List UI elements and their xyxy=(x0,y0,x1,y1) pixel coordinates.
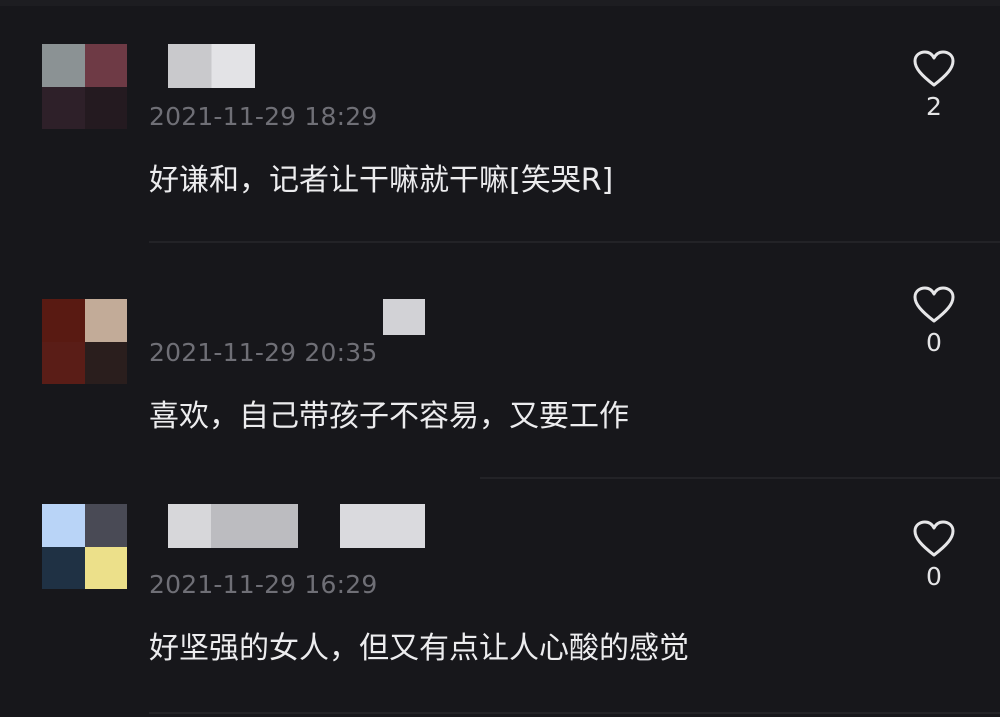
avatar[interactable] xyxy=(42,44,127,129)
comment-item: 2021-11-29 18:29 好谦和，记者让干嘛就干嘛[笑哭R] 2 xyxy=(0,0,1000,235)
like-count: 0 xyxy=(926,562,942,591)
username-blurred-extra xyxy=(340,504,425,548)
like-count: 2 xyxy=(926,92,942,121)
like-button[interactable]: 2 xyxy=(904,50,964,121)
heart-icon xyxy=(913,50,955,87)
avatar[interactable] xyxy=(42,504,127,589)
comment-timestamp: 2021-11-29 20:35 xyxy=(149,338,378,367)
comment-text: 好坚强的女人，但又有点让人心酸的感觉 xyxy=(149,631,689,666)
username-blurred[interactable] xyxy=(168,504,298,548)
comment-divider xyxy=(149,241,1000,243)
comment-timestamp: 2021-11-29 18:29 xyxy=(149,102,378,131)
comment-timestamp: 2021-11-29 16:29 xyxy=(149,570,378,599)
comment-item: 2021-11-29 20:35 喜欢，自己带孩子不容易，又要工作 0 xyxy=(0,255,1000,490)
like-count: 0 xyxy=(926,328,942,357)
username-blurred[interactable] xyxy=(168,44,255,88)
heart-icon xyxy=(913,286,955,323)
comment-text: 好谦和，记者让干嘛就干嘛[笑哭R] xyxy=(149,163,614,198)
comment-item: 2021-11-29 16:29 好坚强的女人，但又有点让人心酸的感觉 0 xyxy=(0,482,1000,717)
avatar[interactable] xyxy=(42,299,127,384)
username-blurred[interactable] xyxy=(383,299,425,335)
comment-divider xyxy=(149,712,1000,714)
comment-text: 喜欢，自己带孩子不容易，又要工作 xyxy=(149,399,629,434)
heart-icon xyxy=(913,520,955,557)
like-button[interactable]: 0 xyxy=(904,520,964,591)
comment-divider xyxy=(480,477,1000,479)
like-button[interactable]: 0 xyxy=(904,286,964,357)
